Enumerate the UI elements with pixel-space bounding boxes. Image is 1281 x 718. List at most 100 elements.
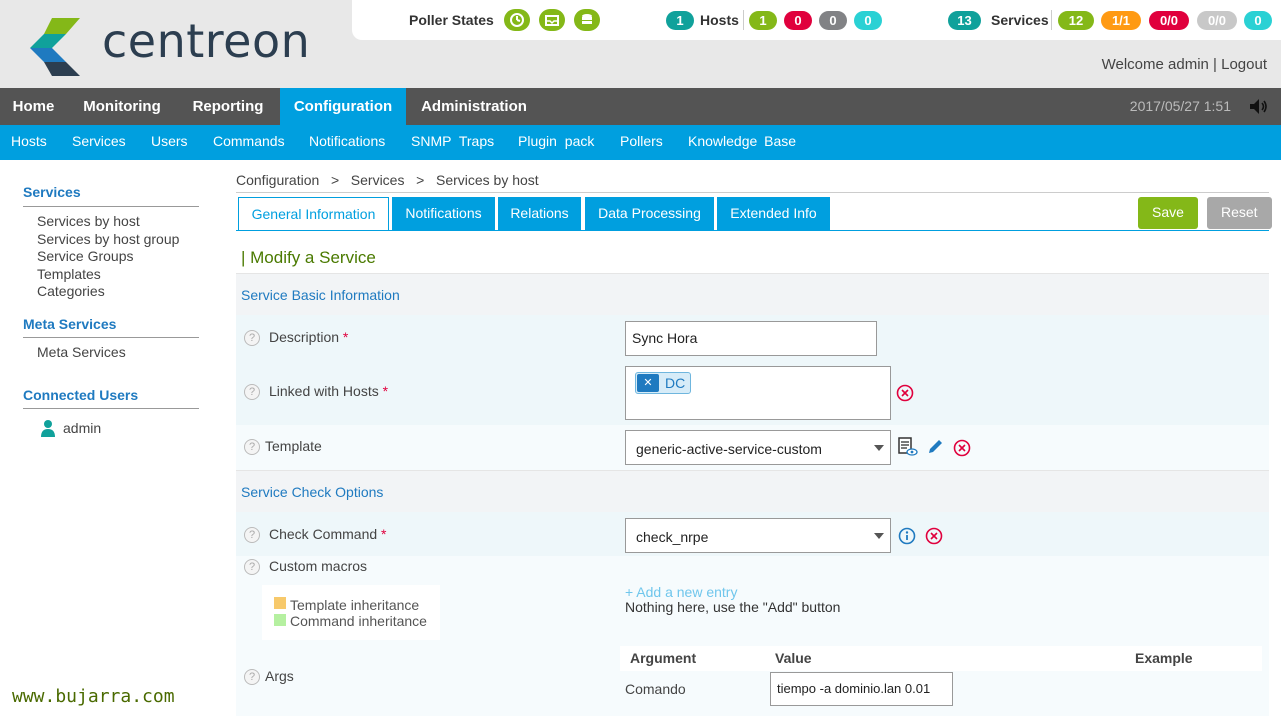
- description-input[interactable]: Sync Hora: [625, 321, 877, 356]
- help-icon[interactable]: ?: [244, 669, 260, 685]
- menu-administration[interactable]: Administration: [406, 88, 542, 125]
- tab-extended-info[interactable]: Extended Info: [717, 197, 830, 231]
- watermark: www.bujarra.com: [12, 686, 175, 707]
- help-icon[interactable]: ?: [244, 330, 260, 346]
- menu-reporting[interactable]: Reporting: [177, 88, 279, 125]
- submenu-commands[interactable]: Commands: [213, 125, 285, 158]
- view-template-icon[interactable]: [898, 437, 918, 457]
- edit-pencil-icon[interactable]: [926, 438, 944, 456]
- hosts-unreachable-badge[interactable]: 0: [819, 11, 847, 30]
- sound-icon[interactable]: [1249, 98, 1269, 115]
- add-entry-link[interactable]: + Add a new entry: [625, 584, 737, 600]
- inheritance-legend: Template inheritance Command inheritance: [262, 585, 440, 640]
- tab-general-information[interactable]: General Information: [238, 197, 389, 231]
- submenu-services[interactable]: Services: [72, 125, 126, 158]
- services-total-badge[interactable]: 13: [948, 11, 981, 30]
- connected-user-admin[interactable]: admin: [63, 420, 101, 436]
- remove-tag-icon[interactable]: ✕: [637, 374, 659, 392]
- help-icon[interactable]: ?: [244, 384, 260, 400]
- submenu-users[interactable]: Users: [151, 125, 188, 158]
- linked-hosts-select[interactable]: ✕ DC: [625, 366, 891, 420]
- check-command-label: Check Command *: [269, 526, 387, 542]
- help-icon[interactable]: ?: [244, 559, 260, 575]
- section-check-options: Service Check Options: [236, 470, 1269, 512]
- welcome-logout[interactable]: Welcome admin | Logout: [1102, 56, 1267, 73]
- divider: [23, 408, 199, 409]
- hosts-label: Hosts: [700, 12, 739, 28]
- hosts-pending-badge[interactable]: 0: [854, 11, 882, 30]
- template-select[interactable]: generic-active-service-custom: [625, 430, 891, 465]
- sidebar-connected-users-heading: Connected Users: [23, 387, 139, 403]
- breadcrumb[interactable]: Configuration > Services > Services by h…: [236, 172, 539, 188]
- page-title: | Modify a Service: [241, 248, 376, 267]
- chevron-down-icon: [874, 533, 884, 539]
- submenu-plugin-pack[interactable]: Plugin pack: [518, 125, 594, 158]
- tab-relations[interactable]: Relations: [498, 197, 581, 231]
- template-swatch: [274, 597, 286, 609]
- inbox-icon[interactable]: [539, 9, 565, 31]
- args-header-value: Value: [775, 650, 812, 666]
- submenu-hosts[interactable]: Hosts: [11, 125, 47, 158]
- args-header-example: Example: [1135, 650, 1193, 666]
- brand-name: centreon: [102, 14, 311, 68]
- header: centreon Poller States 1 Hosts 1 0 0 0 1…: [0, 0, 1281, 88]
- submenu-snmp-traps[interactable]: SNMP Traps: [411, 125, 494, 158]
- menu-configuration[interactable]: Configuration: [280, 88, 406, 125]
- args-header-row: Argument Value Example: [620, 646, 1262, 671]
- services-warning-badge[interactable]: 1/1: [1101, 11, 1141, 30]
- clear-icon[interactable]: [896, 384, 914, 402]
- description-label: Description *: [269, 329, 349, 345]
- args-argument-cell: Comando: [625, 681, 686, 697]
- save-button[interactable]: Save: [1138, 197, 1198, 229]
- host-tag-dc[interactable]: ✕ DC: [635, 372, 691, 394]
- hosts-up-badge[interactable]: 1: [749, 11, 777, 30]
- sidebar-item-templates[interactable]: Templates: [37, 266, 101, 282]
- clear-icon[interactable]: [953, 439, 971, 457]
- divider: [1051, 10, 1052, 30]
- args-label: Args: [265, 668, 294, 684]
- sidebar-item-services-by-host-group[interactable]: Services by host group: [37, 231, 179, 247]
- menu-monitoring[interactable]: Monitoring: [67, 88, 177, 125]
- section-basic-information: Service Basic Information: [236, 273, 1269, 315]
- args-value-input[interactable]: tiempo -a dominio.lan 0.01: [770, 672, 953, 706]
- main-menu: Home Monitoring Reporting Configuration …: [0, 88, 1281, 125]
- sub-menu: Hosts Services Users Commands Notificati…: [0, 125, 1281, 160]
- divider: [236, 230, 1269, 231]
- custom-macros-label: Custom macros: [269, 558, 368, 574]
- host-tag-label: DC: [665, 375, 686, 391]
- hosts-total-badge[interactable]: 1: [666, 11, 694, 30]
- submenu-pollers[interactable]: Pollers: [620, 125, 663, 158]
- clock-icon[interactable]: [504, 9, 530, 31]
- divider: [743, 10, 744, 30]
- command-swatch: [274, 614, 286, 626]
- menu-home[interactable]: Home: [0, 88, 67, 125]
- database-icon[interactable]: [574, 9, 600, 31]
- sidebar-meta-heading: Meta Services: [23, 316, 117, 332]
- divider: [23, 206, 199, 207]
- template-select-value: generic-active-service-custom: [636, 441, 822, 457]
- linked-hosts-label: Linked with Hosts *: [269, 383, 389, 399]
- services-critical-badge[interactable]: 0/0: [1149, 11, 1189, 30]
- reset-button[interactable]: Reset: [1207, 197, 1272, 229]
- clear-icon[interactable]: [925, 527, 943, 545]
- services-unknown-badge[interactable]: 0/0: [1197, 11, 1237, 30]
- sidebar-item-categories[interactable]: Categories: [37, 283, 105, 299]
- check-command-select[interactable]: check_nrpe: [625, 518, 891, 553]
- sidebar-services-heading: Services: [23, 184, 81, 200]
- services-ok-badge[interactable]: 12: [1058, 11, 1094, 30]
- tab-data-processing[interactable]: Data Processing: [585, 197, 714, 231]
- sidebar-item-service-groups[interactable]: Service Groups: [37, 248, 133, 264]
- sidebar-item-services-by-host[interactable]: Services by host: [37, 213, 140, 229]
- help-icon[interactable]: ?: [244, 527, 260, 543]
- template-label: Template: [265, 438, 322, 454]
- tab-notifications[interactable]: Notifications: [392, 197, 495, 231]
- submenu-notifications[interactable]: Notifications: [309, 125, 385, 158]
- submenu-knowledge-base[interactable]: Knowledge Base: [688, 125, 796, 158]
- info-icon[interactable]: [898, 527, 916, 545]
- clock-datetime: 2017/05/27 1:51: [1129, 98, 1231, 114]
- help-icon[interactable]: ?: [244, 439, 260, 455]
- divider: [236, 192, 1269, 193]
- sidebar-item-meta-services[interactable]: Meta Services: [37, 344, 126, 360]
- hosts-down-badge[interactable]: 0: [784, 11, 812, 30]
- services-pending-badge[interactable]: 0: [1244, 11, 1272, 30]
